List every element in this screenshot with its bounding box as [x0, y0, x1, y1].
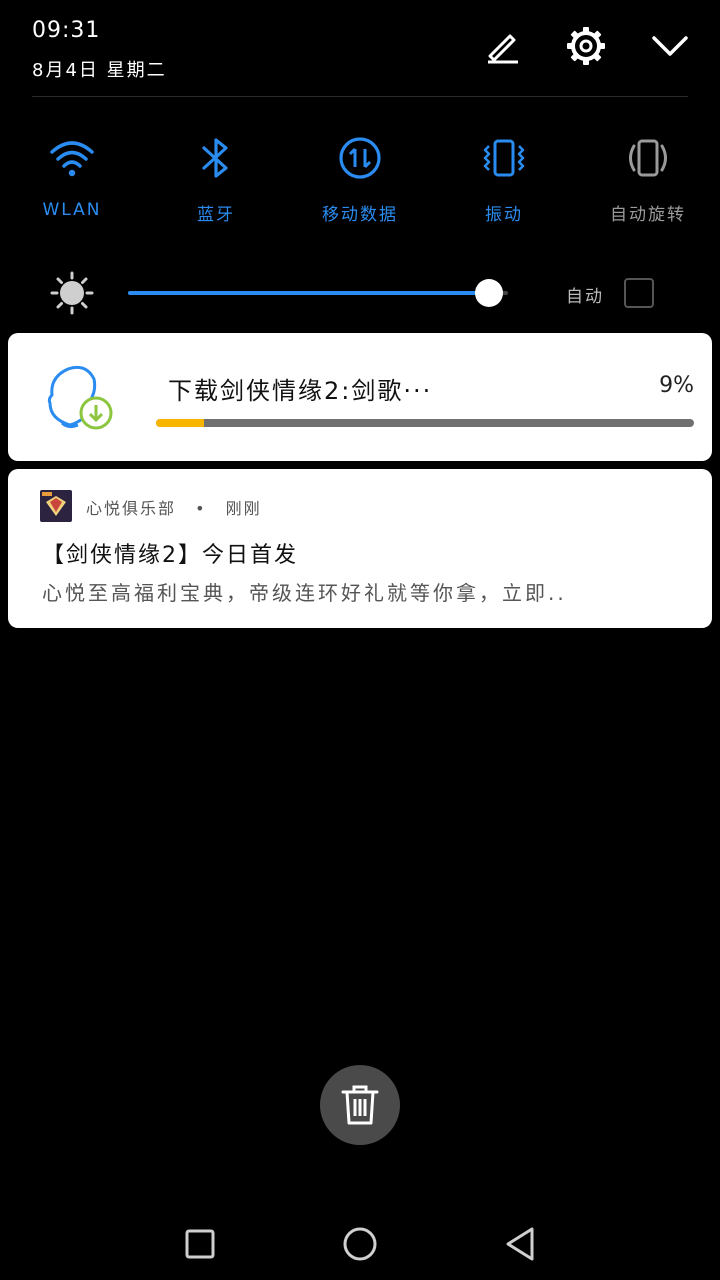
mobile-data-icon — [332, 130, 388, 186]
navigation-bar — [0, 1216, 720, 1272]
toggle-label: 振动 — [485, 205, 523, 225]
bluetooth-icon — [188, 130, 244, 186]
toggle-wlan[interactable]: WLAN — [0, 130, 144, 225]
download-title: 下载剑侠情缘2:剑歌··· — [168, 377, 433, 405]
header-separator: • — [195, 499, 207, 518]
vibrate-icon — [476, 130, 532, 186]
download-percent: 9% — [659, 373, 694, 398]
home-icon[interactable] — [342, 1226, 378, 1262]
wifi-icon — [44, 130, 100, 186]
quick-settings-toggles: WLAN 蓝牙 移动数据 振动 自动旋转 — [0, 130, 720, 225]
toggle-vibrate[interactable]: 振动 — [432, 130, 576, 225]
brightness-slider[interactable] — [128, 291, 508, 295]
toggle-auto-rotate[interactable]: 自动旋转 — [576, 130, 720, 225]
brightness-slider-fill — [128, 291, 489, 295]
app-download-icon — [44, 363, 116, 433]
brightness-control: 自动 — [0, 268, 720, 318]
header-actions — [482, 26, 690, 66]
auto-rotate-icon — [620, 130, 676, 186]
trash-icon — [341, 1085, 379, 1125]
brightness-sun-icon — [50, 271, 94, 315]
toggle-mobile-data[interactable]: 移动数据 — [288, 130, 432, 225]
notification-header: 心悦俱乐部 • 刚刚 — [86, 495, 262, 519]
edit-icon[interactable] — [482, 26, 522, 66]
notification-body: 心悦至高福利宝典，帝级连环好礼就等你拿，立即.. — [42, 581, 567, 605]
header-divider — [32, 96, 688, 97]
brightness-slider-knob[interactable] — [475, 279, 503, 307]
toggle-label: WLAN — [42, 200, 102, 220]
app-name: 心悦俱乐部 — [86, 499, 177, 518]
auto-brightness-checkbox[interactable] — [624, 278, 654, 308]
download-progress-fill — [156, 419, 205, 427]
toggle-label: 自动旋转 — [610, 205, 686, 225]
recent-apps-icon[interactable] — [182, 1226, 218, 1262]
auto-brightness-label: 自动 — [566, 287, 604, 307]
notification-title: 【剑侠情缘2】今日首发 — [42, 543, 298, 568]
app-icon-xinyue — [40, 490, 72, 522]
settings-gear-icon[interactable] — [566, 26, 606, 66]
clock-time: 09:31 — [32, 18, 101, 43]
toggle-label: 移动数据 — [322, 205, 398, 225]
download-progress-bar — [156, 419, 694, 427]
collapse-chevron-icon[interactable] — [650, 26, 690, 66]
clear-all-button[interactable] — [320, 1065, 400, 1145]
toggle-label: 蓝牙 — [197, 205, 235, 225]
toggle-bluetooth[interactable]: 蓝牙 — [144, 130, 288, 225]
download-notification[interactable]: 下载剑侠情缘2:剑歌··· 9% — [8, 333, 712, 461]
message-notification[interactable]: 心悦俱乐部 • 刚刚 【剑侠情缘2】今日首发 心悦至高福利宝典，帝级连环好礼就等… — [8, 469, 712, 628]
notification-time: 刚刚 — [225, 499, 262, 518]
date-label: 8月4日 星期二 — [32, 60, 167, 81]
back-icon[interactable] — [502, 1226, 538, 1262]
